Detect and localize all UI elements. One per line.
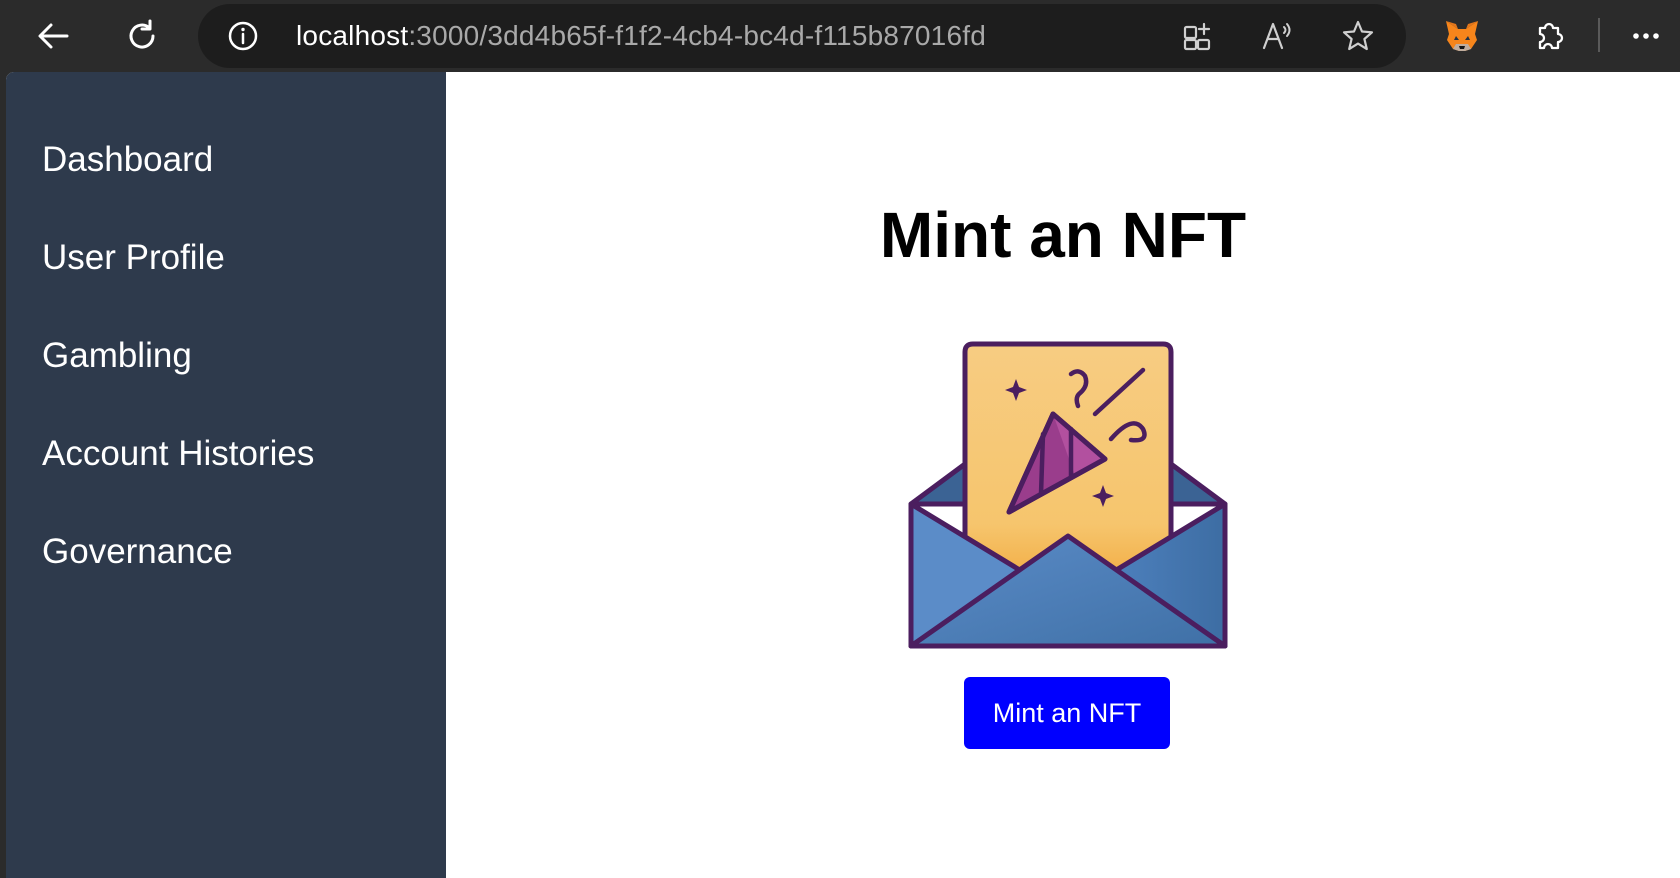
info-icon[interactable]	[228, 21, 258, 51]
url-path: :3000/3dd4b65f-f1f2-4cb4-bc4d-f115b87016…	[408, 20, 986, 51]
more-dots-icon	[1633, 33, 1659, 39]
browser-window: localhost:3000/3dd4b65f-f1f2-4cb4-bc4d-f…	[0, 0, 1680, 878]
mint-nft-button[interactable]: Mint an NFT	[964, 677, 1170, 749]
sidebar-item-user-profile[interactable]: User Profile	[42, 237, 225, 279]
page-viewport: Dashboard User Profile Gambling Account …	[6, 72, 1680, 878]
browser-toolbar: localhost:3000/3dd4b65f-f1f2-4cb4-bc4d-f…	[0, 0, 1680, 72]
read-aloud-icon	[1262, 22, 1291, 50]
envelope-party-popper-icon	[908, 341, 1228, 649]
extensions-button[interactable]	[1526, 12, 1574, 60]
sidebar-item-dashboard[interactable]: Dashboard	[42, 139, 213, 181]
split-screen-icon	[1183, 22, 1211, 51]
star-icon	[1342, 20, 1374, 51]
toolbar-divider	[1598, 18, 1600, 52]
sidebar-item-governance[interactable]: Governance	[42, 531, 233, 573]
read-aloud-button[interactable]	[1260, 18, 1296, 54]
favorite-button[interactable]	[1340, 18, 1376, 54]
sidebar-item-gambling[interactable]: Gambling	[42, 335, 192, 377]
sidebar-item-account-histories[interactable]: Account Histories	[42, 433, 314, 475]
sidebar: Dashboard User Profile Gambling Account …	[6, 72, 446, 878]
address-bar[interactable]: localhost:3000/3dd4b65f-f1f2-4cb4-bc4d-f…	[198, 4, 1406, 68]
main-content: Mint an NFT Mint an NFT	[446, 72, 1680, 878]
page-title: Mint an NFT	[879, 199, 1247, 271]
refresh-button[interactable]	[118, 12, 166, 60]
metamask-fox-icon	[1446, 21, 1478, 51]
url-host: localhost	[296, 20, 409, 51]
url-text[interactable]: localhost:3000/3dd4b65f-f1f2-4cb4-bc4d-f…	[296, 20, 986, 52]
extensions-puzzle-icon	[1538, 22, 1564, 50]
refresh-icon	[129, 19, 155, 49]
back-button[interactable]	[29, 12, 77, 60]
back-arrow-icon	[38, 23, 69, 49]
more-menu-button[interactable]	[1622, 12, 1670, 60]
metamask-extension-button[interactable]	[1438, 12, 1486, 60]
split-screen-button[interactable]	[1180, 18, 1216, 54]
